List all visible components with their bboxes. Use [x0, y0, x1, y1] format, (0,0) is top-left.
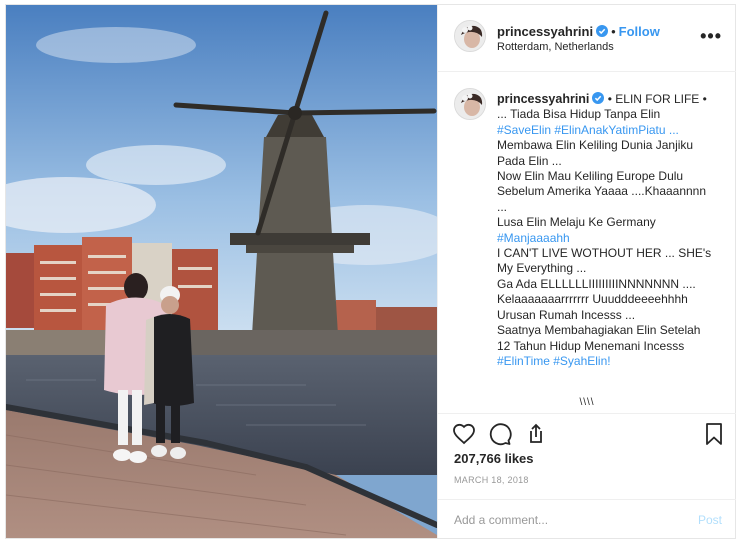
location-link[interactable]: Rotterdam, Netherlands	[497, 41, 614, 53]
comment-input[interactable]	[454, 511, 674, 529]
caption-line: Lusa Elin Melaju Ke Germany	[497, 215, 656, 230]
caption-line: Sebelum Amerika Yaaaa ....Khaaannnn	[497, 184, 707, 199]
avatar[interactable]	[454, 20, 486, 52]
caption-username[interactable]: princessyahrini	[497, 92, 589, 106]
post-sidebar: princessyahrini • Follow Rotterdam, Nether…	[437, 5, 736, 538]
caption-line: My Everything ...	[497, 261, 587, 276]
caption-line: Ga Ada ELLLLLLIIIIIIIIINNNNNNN ....	[497, 276, 696, 291]
verified-badge-icon	[596, 25, 609, 37]
caption-line: Saatnya Membahagiakan Elin Setelah	[497, 323, 701, 338]
bookmark-icon[interactable]	[702, 422, 726, 446]
instagram-post: princessyahrini • Follow Rotterdam, Nether…	[5, 4, 736, 539]
caption-line: Membawa Elin Keliling Dunia Janjiku	[497, 138, 694, 153]
profile-picture-icon	[455, 21, 485, 51]
hashtag-link[interactable]: #Manjaaaahh	[497, 231, 723, 246]
header-title-line: princessyahrini • Follow	[497, 24, 660, 39]
caption-line: 12 Tahun Hidup Menemani Incesss	[497, 338, 685, 353]
caption-line: Now Elin Mau Keliling Europe Dulu	[497, 169, 684, 184]
caption-avatar[interactable]	[454, 88, 486, 120]
caption-line: • ELIN FOR LIFE •	[607, 92, 707, 106]
share-icon[interactable]	[524, 422, 548, 446]
load-more-comments[interactable]: \\\\	[438, 397, 736, 408]
hashtag-link[interactable]: #ElinTime #SyahElin!	[497, 354, 723, 369]
likes-count[interactable]: 207,766 likes	[454, 451, 534, 466]
comments-section[interactable]: princessyahrini • ELIN FOR LIFE • ... Ti…	[438, 72, 736, 413]
post-comment-button[interactable]: Post	[698, 513, 722, 527]
caption-line: ... Tiada Bisa Hidup Tanpa Elin	[497, 107, 661, 122]
windmill-photo	[6, 5, 437, 538]
verified-badge-icon	[592, 92, 605, 104]
follow-button[interactable]: Follow	[619, 24, 660, 39]
separator-dot: •	[611, 24, 616, 39]
post-date: MARCH 18, 2018	[454, 475, 529, 485]
comment-icon[interactable]	[488, 422, 512, 446]
post-caption: princessyahrini • ELIN FOR LIFE • ... Ti…	[497, 92, 723, 369]
hashtag-link[interactable]: #SaveElin #ElinAnakYatimPiatu ...	[497, 123, 723, 138]
caption-line: I CAN'T LIVE WOTHOUT HER ... SHE's	[497, 246, 712, 261]
caption-line: Kelaaaaaaarrrrrrr Uuudddeeeehhhh	[497, 292, 688, 307]
post-header: princessyahrini • Follow Rotterdam, Nether…	[438, 5, 736, 72]
username-link[interactable]: princessyahrini	[497, 24, 593, 39]
post-photo[interactable]	[6, 5, 437, 538]
comment-form: Post	[438, 499, 736, 538]
caption-line: ...	[497, 199, 508, 214]
heart-icon[interactable]	[452, 422, 476, 446]
caption-line: Pada Elin ...	[497, 153, 562, 168]
profile-picture-icon	[455, 89, 485, 119]
caption-line: Urusan Rumah Incesss ...	[497, 307, 636, 322]
action-bar	[438, 413, 736, 453]
more-options-icon[interactable]: •••	[700, 27, 722, 45]
